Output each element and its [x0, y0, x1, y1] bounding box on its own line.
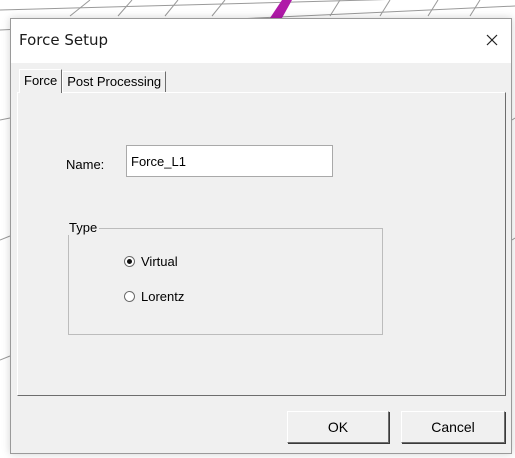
force-tab-panel: Name: Type Virtual Lorentz: [17, 92, 506, 396]
cancel-button[interactable]: Cancel: [401, 411, 505, 443]
radio-virtual-button[interactable]: [124, 256, 135, 267]
ok-button[interactable]: OK: [287, 411, 389, 443]
radio-selected-dot: [127, 259, 132, 264]
tab-strip: Force Post Processing: [19, 69, 167, 93]
tab-post-processing[interactable]: Post Processing: [62, 71, 167, 93]
radio-virtual-label: Virtual: [141, 254, 178, 269]
radio-lorentz-button[interactable]: [124, 291, 135, 302]
radio-virtual[interactable]: Virtual: [124, 254, 178, 269]
name-label: Name:: [66, 157, 105, 172]
close-icon: [486, 34, 498, 46]
name-input[interactable]: [126, 145, 333, 177]
title-bar[interactable]: Force Setup: [11, 19, 511, 63]
dialog-title: Force Setup: [19, 31, 109, 49]
type-group-legend: Type: [67, 220, 100, 235]
radio-lorentz-label: Lorentz: [141, 289, 185, 304]
tab-force[interactable]: Force: [19, 69, 63, 93]
close-button[interactable]: [477, 25, 507, 55]
force-setup-dialog: Force Setup Force Post Processing Name: …: [10, 18, 512, 454]
type-group: Type Virtual Lorentz: [67, 220, 383, 335]
radio-lorentz[interactable]: Lorentz: [124, 289, 184, 304]
